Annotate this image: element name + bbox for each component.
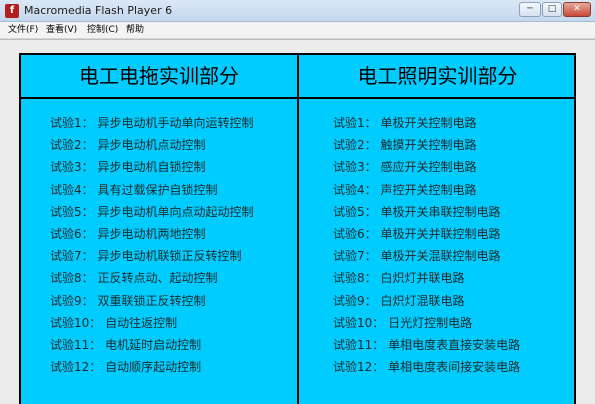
menu-view[interactable]: 查看(V) <box>46 24 77 37</box>
experiment-link[interactable]: 试验6： 异步电动机两地控制 <box>50 224 253 246</box>
experiment-menu-panel: 电工电拖实训部分 电工照明实训部分 试验1： 异步电动机手动单向运转控制 试验2… <box>19 53 576 404</box>
experiment-link[interactable]: 试验3： 异步电动机自锁控制 <box>50 157 253 179</box>
experiment-link[interactable]: 试验8： 正反转点动、起动控制 <box>50 268 253 290</box>
menu-bar: 文件(F) 查看(V) 控制(C) 帮助 <box>0 22 595 39</box>
experiment-link[interactable]: 试验11： 电机延时启动控制 <box>50 335 253 357</box>
experiment-link[interactable]: 试验12： 自动顺序起动控制 <box>50 357 253 379</box>
minimize-button[interactable]: ─ <box>519 2 541 17</box>
experiment-link[interactable]: 试验1： 异步电动机手动单向运转控制 <box>50 113 253 135</box>
close-button[interactable]: ✕ <box>563 2 591 17</box>
experiment-link[interactable]: 试验4： 声控开关控制电路 <box>333 180 520 202</box>
experiment-link[interactable]: 试验6： 单极开关并联控制电路 <box>333 224 520 246</box>
experiment-link[interactable]: 试验9： 白炽灯混联电路 <box>333 291 520 313</box>
experiment-link[interactable]: 试验2： 异步电动机点动控制 <box>50 135 253 157</box>
experiment-link[interactable]: 试验10： 日光灯控制电路 <box>333 313 520 335</box>
experiment-link[interactable]: 试验7： 异步电动机联锁正反转控制 <box>50 246 253 268</box>
experiment-link[interactable]: 试验10： 自动往返控制 <box>50 313 253 335</box>
experiment-link[interactable]: 试验11： 单相电度表直接安装电路 <box>333 335 520 357</box>
experiment-link[interactable]: 试验5： 单极开关串联控制电路 <box>333 202 520 224</box>
menu-help[interactable]: 帮助 <box>126 24 144 37</box>
experiment-link[interactable]: 试验12： 单相电度表间接安装电路 <box>333 357 520 379</box>
header-divider <box>21 97 574 99</box>
experiment-link[interactable]: 试验7： 单极开关混联控制电路 <box>333 246 520 268</box>
flash-player-icon: f <box>5 4 19 18</box>
flash-stage: 电工电拖实训部分 电工照明实训部分 试验1： 异步电动机手动单向运转控制 试验2… <box>0 39 595 404</box>
motor-drive-experiment-list: 试验1： 异步电动机手动单向运转控制 试验2： 异步电动机点动控制 试验3： 异… <box>50 113 253 379</box>
motor-drive-section-title: 电工电拖实训部分 <box>79 64 239 88</box>
experiment-link[interactable]: 试验8： 白炽灯并联电路 <box>333 268 520 290</box>
lighting-section-title: 电工照明实训部分 <box>357 64 518 88</box>
title-bar: f Macromedia Flash Player 6 ─ □ ✕ <box>0 0 595 22</box>
menu-file[interactable]: 文件(F) <box>8 24 38 37</box>
experiment-link[interactable]: 试验3： 感应开关控制电路 <box>333 157 520 179</box>
experiment-link[interactable]: 试验4： 具有过载保护自锁控制 <box>50 180 253 202</box>
experiment-link[interactable]: 试验2： 触摸开关控制电路 <box>333 135 520 157</box>
column-divider <box>297 55 299 404</box>
experiment-link[interactable]: 试验1： 单极开关控制电路 <box>333 113 520 135</box>
experiment-link[interactable]: 试验9： 双重联锁正反转控制 <box>50 291 253 313</box>
lighting-experiment-list: 试验1： 单极开关控制电路 试验2： 触摸开关控制电路 试验3： 感应开关控制电… <box>333 113 520 379</box>
window-title: Macromedia Flash Player 6 <box>24 4 173 17</box>
menu-control[interactable]: 控制(C) <box>87 24 118 37</box>
maximize-button[interactable]: □ <box>542 2 562 17</box>
experiment-link[interactable]: 试验5： 异步电动机单向点动起动控制 <box>50 202 253 224</box>
